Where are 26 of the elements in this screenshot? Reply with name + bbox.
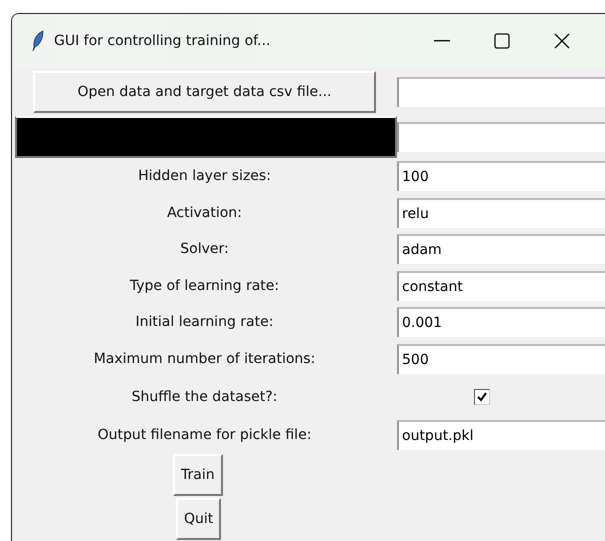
open-file-button[interactable]: Open data and target data csv file... [33, 71, 376, 113]
input-field[interactable]: adam [397, 234, 605, 264]
train-button[interactable]: Train [173, 454, 223, 496]
field-label: Hidden layer sizes: [138, 168, 271, 184]
field-label: Initial learning rate: [136, 314, 274, 330]
window-title: GUI for controlling training of... [54, 33, 270, 49]
field-label: Output filename for pickle file: [98, 427, 312, 444]
field-label: Type of learning rate: [130, 278, 280, 294]
input-field[interactable]: 0.001 [397, 307, 605, 338]
input-field[interactable]: 100 [397, 161, 605, 192]
file-path-field[interactable] [397, 77, 605, 107]
field-label: Shuffle the dataset?: [132, 389, 278, 405]
minimize-icon [434, 40, 450, 42]
maximize-icon [494, 33, 510, 49]
input-field[interactable] [397, 122, 605, 152]
field-label: Solver: [180, 241, 229, 258]
feather-icon [32, 30, 44, 52]
input-field[interactable]: output.pkl [397, 420, 605, 450]
input-field[interactable]: 500 [397, 344, 605, 374]
quit-button[interactable]: Quit [176, 498, 222, 540]
field-label: Maximum number of iterations: [94, 350, 316, 367]
field-label: Activation: [167, 204, 242, 221]
close-icon [554, 33, 570, 49]
input-field[interactable]: constant [397, 270, 605, 301]
checkbox[interactable] [474, 389, 490, 405]
input-field[interactable]: relu [397, 198, 605, 228]
